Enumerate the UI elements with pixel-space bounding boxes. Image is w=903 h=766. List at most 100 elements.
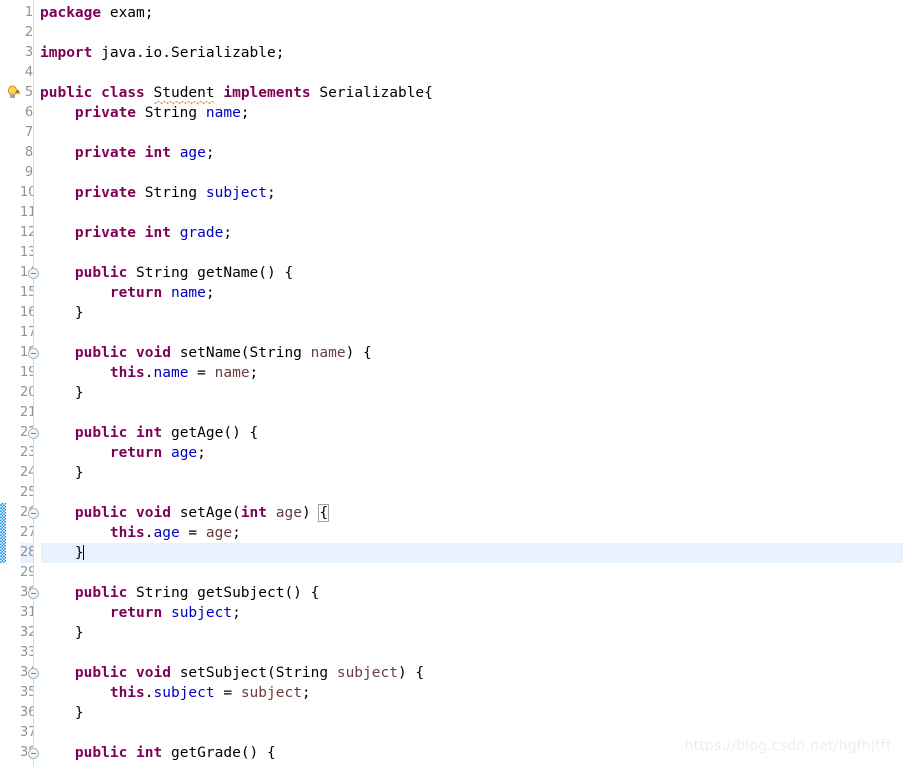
line-number: 15 — [20, 285, 37, 300]
change-bar-ruler[interactable] — [0, 0, 6, 766]
code-line[interactable]: return subject; — [40, 603, 903, 623]
code-line[interactable]: } — [40, 383, 903, 403]
code-line[interactable]: } — [40, 463, 903, 483]
collapse-minus-icon[interactable] — [28, 668, 39, 679]
line-number: 21 — [20, 405, 37, 420]
code-token: age — [275, 505, 302, 521]
code-token: java.io.Serializable; — [92, 45, 285, 61]
code-token: ; — [205, 145, 215, 161]
code-line[interactable]: public class Student implements Serializ… — [40, 83, 903, 104]
code-token: public — [74, 745, 128, 761]
line-number: 19 — [20, 365, 37, 380]
collapse-minus-icon[interactable] — [28, 508, 39, 519]
folding-ruler[interactable] — [28, 0, 41, 766]
code-token: setAge( — [170, 505, 241, 521]
code-token: } — [40, 545, 84, 561]
code-text-area[interactable]: package exam; import java.io.Serializable… — [40, 0, 903, 766]
line-number: 9 — [24, 165, 33, 180]
collapse-minus-icon[interactable] — [28, 428, 39, 439]
code-line[interactable]: } — [40, 623, 903, 643]
code-token: name — [214, 365, 250, 381]
line-number: 8 — [24, 145, 33, 160]
code-line[interactable] — [40, 163, 903, 183]
collapse-minus-icon[interactable] — [28, 268, 39, 279]
code-token: getGrade() { — [162, 745, 276, 761]
line-number: 23 — [20, 445, 37, 460]
code-token: ; — [232, 605, 241, 621]
line-number: 3 — [24, 45, 33, 60]
code-line[interactable]: } — [40, 303, 903, 323]
code-line[interactable]: this.subject = subject; — [40, 683, 903, 703]
code-line[interactable] — [40, 203, 903, 223]
text-caret — [82, 545, 84, 560]
collapse-minus-icon[interactable] — [28, 348, 39, 359]
code-line[interactable]: public String getSubject() { — [40, 583, 903, 603]
code-line[interactable] — [40, 63, 903, 83]
code-line[interactable]: public void setSubject(String subject) { — [40, 663, 903, 683]
code-token: setName(String — [170, 345, 311, 361]
code-line[interactable]: public void setName(String name) { — [40, 343, 903, 363]
marker-gutter[interactable] — [6, 0, 20, 766]
line-number: 12 — [20, 225, 37, 240]
code-line[interactable]: import java.io.Serializable; — [40, 43, 903, 63]
code-line[interactable]: private String subject; — [40, 183, 903, 203]
code-line[interactable] — [40, 643, 903, 663]
code-line[interactable]: } — [40, 703, 903, 723]
code-line[interactable]: private int grade; — [40, 223, 903, 243]
code-token: private — [74, 145, 137, 161]
code-token: ; — [197, 445, 206, 461]
code-line[interactable] — [40, 563, 903, 583]
code-token: subject — [240, 685, 302, 701]
line-number: 35 — [20, 685, 37, 700]
code-editor[interactable]: 1234567891011121314151617181920212223242… — [0, 0, 903, 766]
collapse-minus-icon[interactable] — [28, 588, 39, 599]
code-token: ; — [223, 225, 233, 241]
code-line[interactable]: return name; — [40, 283, 903, 303]
code-line[interactable] — [40, 483, 903, 503]
code-token: grade — [179, 225, 224, 241]
code-token: package — [40, 5, 102, 21]
code-line[interactable]: private int age; — [40, 143, 903, 163]
code-line[interactable]: return age; — [40, 443, 903, 463]
code-token: int — [136, 425, 163, 441]
code-line[interactable] — [40, 323, 903, 343]
code-line[interactable] — [40, 243, 903, 263]
code-line[interactable]: } — [40, 543, 903, 563]
code-token: private — [74, 185, 137, 201]
code-line[interactable]: this.name = name; — [40, 363, 903, 383]
code-line[interactable]: public String getName() { — [40, 263, 903, 283]
code-token: getAge() { — [162, 425, 259, 441]
code-token: name — [205, 105, 241, 121]
collapse-minus-icon[interactable] — [28, 748, 39, 759]
code-line[interactable] — [40, 403, 903, 423]
code-line[interactable] — [40, 123, 903, 143]
warning-lightbulb-icon[interactable] — [7, 85, 20, 101]
code-token: age — [205, 525, 233, 541]
code-line[interactable]: public int getAge() { — [40, 423, 903, 443]
code-token: subject — [205, 185, 267, 201]
code-line[interactable]: private String name; — [40, 103, 903, 123]
code-token: public — [74, 665, 128, 681]
code-token: name — [170, 285, 206, 301]
code-token: age — [179, 145, 206, 161]
change-bar-segment[interactable] — [0, 503, 6, 563]
matching-bracket: { — [318, 504, 330, 522]
line-number: 5 — [24, 85, 33, 100]
code-token: = — [188, 365, 215, 381]
code-line[interactable] — [40, 23, 903, 43]
code-line[interactable]: this.age = age; — [40, 523, 903, 543]
code-token: public — [74, 505, 128, 521]
code-line[interactable]: public void setAge(int age) { — [40, 503, 903, 523]
code-token: int — [136, 745, 163, 761]
code-line[interactable]: package exam; — [40, 3, 903, 23]
